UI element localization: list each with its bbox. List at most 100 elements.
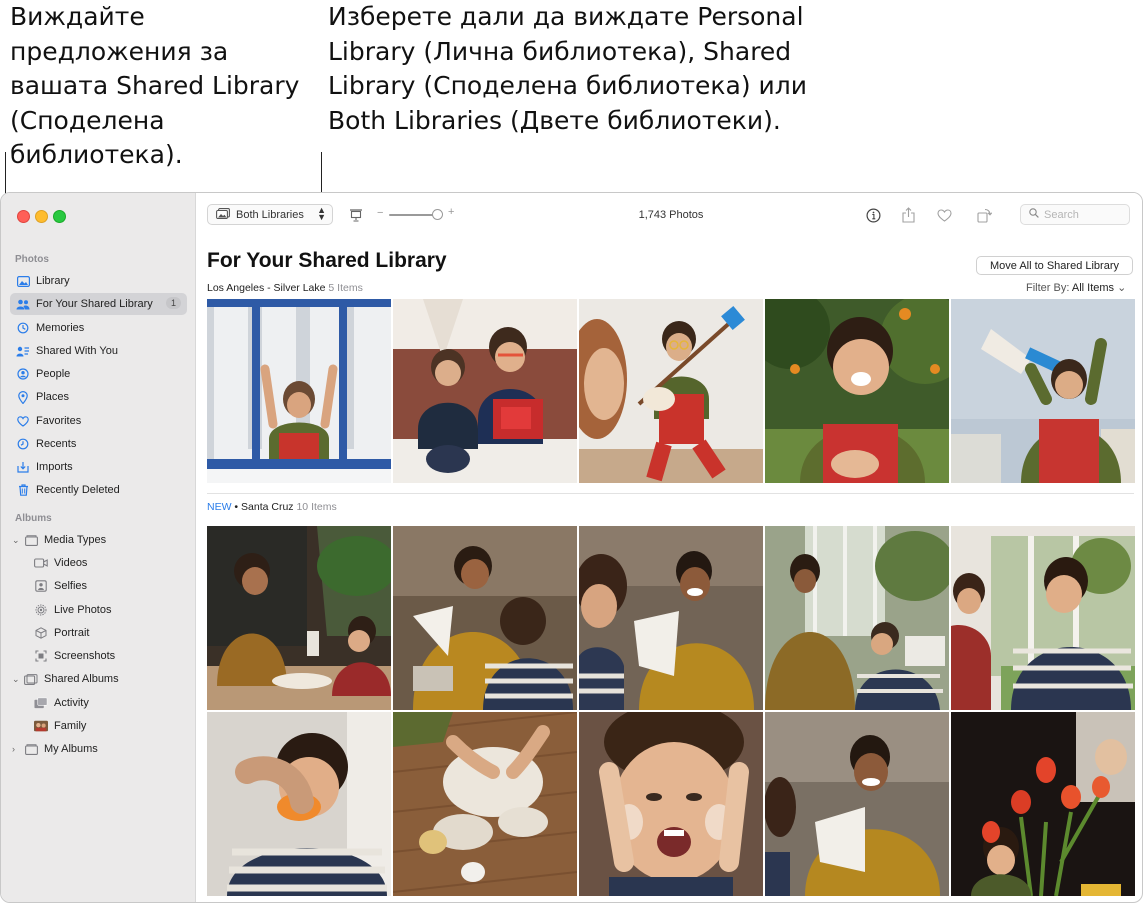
photo-tile[interactable]: [765, 299, 949, 483]
chevron-down-icon[interactable]: ⌄: [12, 674, 22, 685]
favorite-heart-icon[interactable]: [935, 206, 953, 224]
group-name: Los Angeles - Silver Lake: [207, 282, 326, 294]
filter-label: Filter By:: [1026, 282, 1070, 294]
group-count: 10 Items: [296, 501, 337, 513]
group-header-santa-cruz: NEW • Santa Cruz 10 Items: [207, 501, 337, 513]
filter-by-menu[interactable]: Filter By: All Items ⌄: [1026, 281, 1126, 294]
photo-library-icon: [216, 207, 230, 222]
minimize-window-button[interactable]: [35, 210, 48, 223]
sidebar-item-activity[interactable]: Activity: [10, 692, 187, 714]
heart-icon: [16, 414, 30, 428]
callout-library-selector: Изберете дали да виждате Personal Librar…: [328, 2, 807, 135]
sidebar-item-screenshots[interactable]: Screenshots: [10, 645, 187, 667]
zoom-window-button[interactable]: [53, 210, 66, 223]
sidebar-item-my-albums[interactable]: › My Albums: [10, 738, 187, 760]
photo-tile[interactable]: [393, 526, 577, 710]
sidebar-item-videos[interactable]: Videos: [10, 552, 187, 574]
sidebar-item-people[interactable]: People: [10, 363, 187, 385]
group-header-silver-lake: Los Angeles - Silver Lake 5 Items: [207, 282, 363, 294]
pin-icon: [16, 390, 30, 404]
photo-tile[interactable]: [579, 526, 763, 710]
sidebar-item-label: Shared With You: [36, 345, 118, 357]
close-window-button[interactable]: [17, 210, 30, 223]
import-icon: [16, 460, 30, 474]
sidebar-item-label: Memories: [36, 322, 85, 334]
folder-icon: [24, 533, 38, 547]
photo-tile[interactable]: [951, 712, 1135, 896]
sidebar-item-label: Shared Albums: [44, 673, 119, 685]
sidebar-item-shared-with-you[interactable]: Shared With You: [10, 340, 187, 362]
section-divider: [207, 493, 1134, 494]
sidebar-item-family[interactable]: Family: [10, 715, 187, 737]
sidebar-section-photos: Photos: [15, 254, 49, 265]
shared-albums-icon: [24, 672, 38, 686]
sidebar-item-recently-deleted[interactable]: Recently Deleted: [10, 479, 187, 501]
chevron-down-icon[interactable]: ⌄: [12, 535, 22, 546]
callout-suggestions: Виждайте предложения за вашата Shared Li…: [10, 2, 300, 169]
sidebar-item-label: Activity: [54, 697, 89, 709]
photo-tile[interactable]: [393, 712, 577, 896]
info-icon[interactable]: [864, 206, 882, 224]
clock-icon: [16, 437, 30, 451]
sidebar-item-label: Imports: [36, 461, 73, 473]
group-name: • Santa Cruz: [231, 501, 294, 513]
sidebar-item-recents[interactable]: Recents: [10, 433, 187, 455]
sidebar-item-label: My Albums: [44, 743, 98, 755]
sidebar: Photos Library For Your Shared Library 1…: [1, 193, 196, 902]
zoom-in-label: +: [448, 206, 455, 218]
folder-icon: [24, 742, 38, 756]
chevron-down-icon: ⌄: [1117, 282, 1127, 294]
slideshow-icon[interactable]: [347, 206, 365, 224]
video-icon: [34, 556, 48, 570]
sidebar-item-media-types[interactable]: ⌄ Media Types: [10, 529, 187, 551]
sidebar-item-live-photos[interactable]: Live Photos: [10, 599, 187, 621]
sidebar-item-library[interactable]: Library: [10, 270, 187, 292]
sidebar-item-label: Favorites: [36, 415, 82, 427]
photo-count: 1,743 Photos: [638, 209, 704, 221]
sidebar-item-label: Selfies: [54, 580, 88, 592]
search-placeholder: Search: [1044, 208, 1079, 221]
sidebar-item-label: Places: [36, 391, 70, 403]
sidebar-item-label: Library: [36, 275, 70, 287]
photo-tile[interactable]: [207, 299, 391, 483]
rotate-icon[interactable]: [975, 206, 993, 224]
sidebar-item-for-your-shared-library[interactable]: For Your Shared Library 1: [10, 293, 187, 315]
sidebar-item-label: For Your Shared Library: [36, 298, 153, 310]
photo-tile[interactable]: [765, 712, 949, 896]
group-count: 5 Items: [328, 282, 363, 294]
sidebar-item-label: Recently Deleted: [36, 484, 120, 496]
library-icon: [16, 274, 30, 288]
main-content: For Your Shared Library Move All to Shar…: [196, 237, 1142, 902]
filter-value: All Items: [1071, 282, 1115, 294]
live-photo-icon: [34, 603, 48, 617]
photo-tile[interactable]: [765, 526, 949, 710]
library-selector-label: Both Libraries: [236, 208, 304, 221]
sidebar-item-memories[interactable]: Memories: [10, 317, 187, 339]
photo-tile[interactable]: [579, 712, 763, 896]
sidebar-item-label: Portrait: [54, 627, 90, 639]
chevron-right-icon[interactable]: ›: [12, 744, 22, 754]
new-badge: NEW: [207, 501, 232, 513]
sidebar-item-selfies[interactable]: Selfies: [10, 575, 187, 597]
library-selector-popup[interactable]: Both Libraries ▲ ▼: [207, 204, 333, 225]
photo-tile[interactable]: [393, 299, 577, 483]
photo-tile[interactable]: [579, 299, 763, 483]
memories-icon: [16, 321, 30, 335]
people-icon: [16, 297, 30, 311]
photo-tile[interactable]: [207, 712, 391, 896]
family-thumbnail: [34, 719, 48, 733]
photo-tile[interactable]: [951, 526, 1135, 710]
toolbar: Both Libraries ▲ ▼ − + 1,743 Photos Searc…: [196, 193, 1142, 237]
sidebar-item-shared-albums[interactable]: ⌄ Shared Albums: [10, 668, 187, 690]
sidebar-item-imports[interactable]: Imports: [10, 456, 187, 478]
page-title: For Your Shared Library: [207, 249, 447, 272]
zoom-slider-knob[interactable]: [432, 209, 443, 220]
sidebar-item-portrait[interactable]: Portrait: [10, 622, 187, 644]
share-icon[interactable]: [899, 206, 917, 224]
sidebar-item-favorites[interactable]: Favorites: [10, 410, 187, 432]
search-field[interactable]: Search: [1020, 204, 1130, 225]
move-all-to-shared-library-button[interactable]: Move All to Shared Library: [976, 256, 1133, 275]
photo-tile[interactable]: [951, 299, 1135, 483]
sidebar-item-places[interactable]: Places: [10, 386, 187, 408]
photo-tile[interactable]: [207, 526, 391, 710]
